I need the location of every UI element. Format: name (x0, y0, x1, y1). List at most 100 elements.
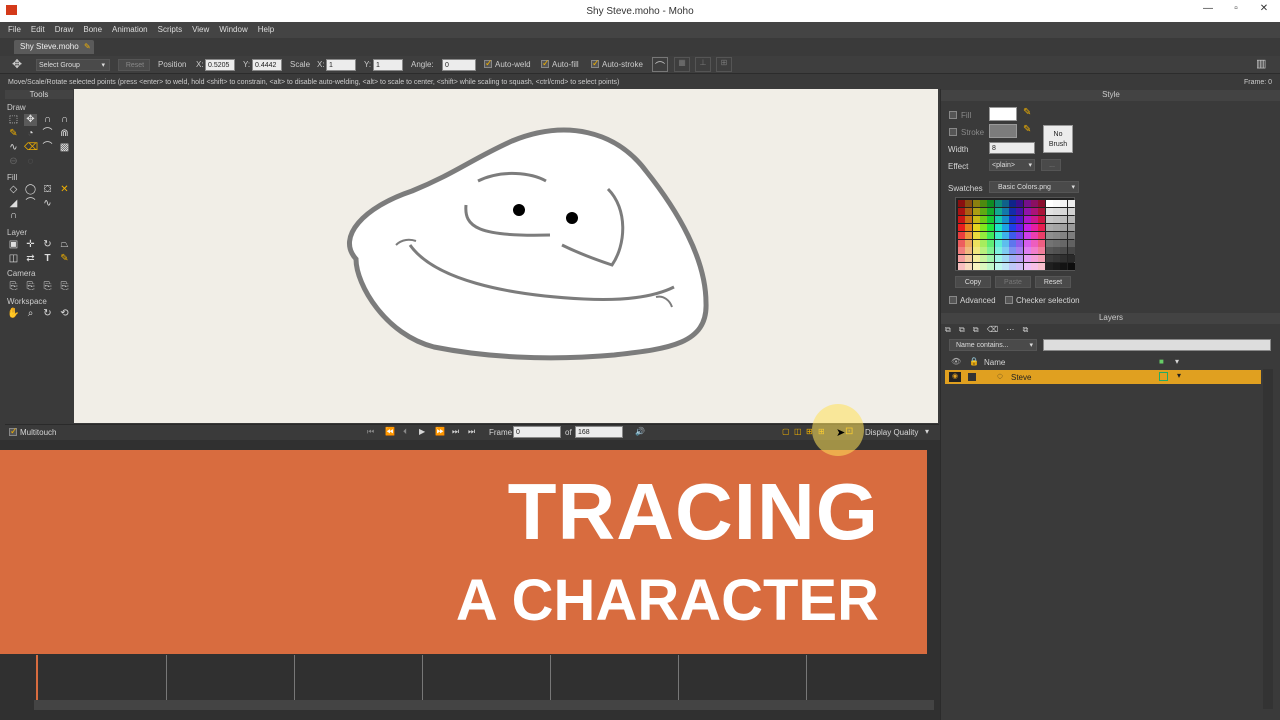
color-swatch[interactable] (1023, 215, 1031, 223)
play-icon[interactable]: ▶ (419, 427, 425, 436)
prev-keyframe-icon[interactable]: ⏴ (403, 427, 407, 437)
menu-animation[interactable]: Animation (107, 22, 153, 38)
duplicate-layer-icon[interactable]: ⧉ (959, 325, 965, 334)
position-y-field[interactable]: 0.4442 (252, 59, 282, 71)
layers-scrollbar[interactable] (1263, 369, 1273, 709)
paste-button[interactable]: Paste (995, 276, 1031, 288)
color-swatch[interactable] (1067, 231, 1075, 239)
color-swatch[interactable] (1060, 215, 1068, 223)
timeline-scrollbar[interactable] (34, 700, 934, 710)
color-swatch[interactable] (1001, 215, 1009, 223)
select-shape-icon[interactable]: ◇ (7, 184, 20, 196)
effect-options-button[interactable]: ... (1041, 159, 1061, 171)
delete-edge-icon[interactable]: ✕ (58, 184, 71, 196)
text-tool-icon[interactable]: T (41, 253, 54, 265)
chevron-down-icon[interactable]: ▾ (925, 427, 929, 436)
color-swatch[interactable] (987, 223, 995, 231)
color-swatch[interactable] (987, 247, 995, 255)
color-swatch[interactable] (1001, 231, 1009, 239)
color-swatch[interactable] (1009, 239, 1017, 247)
color-swatch[interactable] (958, 255, 965, 263)
paint-bucket-icon[interactable]: ⛋ (41, 184, 54, 196)
create-shape-icon[interactable]: ◯ (24, 184, 37, 196)
layer-filter-dropdown[interactable]: Name contains... ▾ (949, 339, 1037, 351)
color-swatch[interactable] (987, 263, 995, 271)
color-swatch[interactable] (1060, 239, 1068, 247)
color-swatch[interactable] (1009, 207, 1017, 215)
color-swatch[interactable] (1045, 239, 1053, 247)
perspective-icon[interactable]: ▩ (58, 142, 71, 154)
delete-layer-icon[interactable]: ⌫ (987, 325, 998, 334)
color-swatch[interactable] (1016, 223, 1024, 231)
color-swatch[interactable] (979, 239, 987, 247)
color-swatch[interactable] (1045, 255, 1053, 263)
color-swatch[interactable] (1023, 239, 1031, 247)
color-swatch[interactable] (958, 215, 965, 223)
eye-icon[interactable]: ◉ (949, 372, 961, 382)
curve-tool-icon[interactable]: ⌒ (652, 57, 668, 73)
auto-weld-checkbox[interactable] (484, 58, 493, 69)
color-swatch[interactable] (1001, 207, 1009, 215)
timeline-playhead[interactable] (36, 655, 38, 700)
color-swatch[interactable] (979, 263, 987, 271)
switch-layer-icon[interactable]: ⇄ (24, 253, 37, 265)
color-swatch[interactable] (1067, 263, 1075, 271)
grid-tool-icon[interactable]: ▦ (674, 57, 690, 72)
color-swatch[interactable] (1052, 239, 1060, 247)
color-swatch[interactable] (1031, 207, 1038, 215)
color-swatch[interactable] (1031, 223, 1038, 231)
camera-zoom-icon[interactable]: ⎘ (24, 281, 37, 293)
menu-file[interactable]: File (0, 22, 26, 38)
layer-filter-input[interactable] (1043, 339, 1271, 351)
color-swatch[interactable] (1060, 255, 1068, 263)
color-swatch[interactable] (1016, 200, 1024, 207)
color-swatch[interactable] (1052, 200, 1060, 207)
close-button[interactable]: ✕ (1250, 0, 1278, 20)
color-swatch[interactable] (965, 255, 973, 263)
color-swatch[interactable] (1045, 231, 1053, 239)
color-swatch[interactable] (965, 239, 973, 247)
color-swatch[interactable] (1052, 207, 1060, 215)
color-swatch[interactable] (1038, 263, 1046, 271)
color-swatch[interactable] (958, 200, 965, 207)
name-column-header[interactable]: Name (984, 358, 1005, 367)
curvature-icon[interactable]: ∩ (58, 114, 71, 126)
color-swatch[interactable] (972, 223, 980, 231)
color-swatch[interactable] (965, 207, 973, 215)
color-swatch[interactable] (979, 247, 987, 255)
menu-bone[interactable]: Bone (78, 22, 107, 38)
align-tool-icon[interactable]: ⊥ (695, 57, 711, 72)
color-swatch[interactable] (1023, 263, 1031, 271)
select-points-icon[interactable]: ⬚ (7, 114, 20, 126)
color-swatch[interactable] (994, 231, 1002, 239)
swatches-dropdown[interactable]: Basic Colors.png ▾ (989, 181, 1079, 193)
lock-toggle[interactable] (968, 373, 976, 381)
color-swatch[interactable] (965, 223, 973, 231)
color-swatch[interactable] (1016, 231, 1024, 239)
color-swatch[interactable] (1023, 223, 1031, 231)
color-swatch[interactable] (979, 223, 987, 231)
minimize-button[interactable]: — (1194, 0, 1222, 20)
color-swatch[interactable] (1052, 215, 1060, 223)
menu-scripts[interactable]: Scripts (153, 22, 187, 38)
distribute-tool-icon[interactable]: ⊞ (716, 57, 732, 72)
auto-stroke-checkbox[interactable] (591, 58, 600, 69)
fill-checkbox[interactable] (949, 111, 957, 119)
color-swatch[interactable] (1031, 215, 1038, 223)
color-swatch[interactable] (1016, 255, 1024, 263)
color-swatch[interactable] (1023, 231, 1031, 239)
color-swatch[interactable] (994, 255, 1002, 263)
color-swatch[interactable] (979, 255, 987, 263)
layer-row-steve[interactable]: ◉ ◌ Steve ▾ (945, 370, 1261, 384)
color-swatch[interactable] (1038, 239, 1046, 247)
checker-selection-checkbox[interactable] (1005, 296, 1013, 304)
color-swatch[interactable] (1045, 263, 1053, 271)
menu-view[interactable]: View (187, 22, 214, 38)
color-swatch[interactable] (1038, 247, 1046, 255)
color-swatch[interactable] (972, 247, 980, 255)
next-keyframe-icon[interactable]: ⏩ (435, 427, 445, 436)
color-swatch[interactable] (1060, 247, 1068, 255)
curve-icon[interactable]: ⌒ (41, 128, 54, 140)
curve-profile-icon[interactable]: ∩ (7, 210, 20, 222)
color-swatch[interactable] (1031, 200, 1038, 207)
